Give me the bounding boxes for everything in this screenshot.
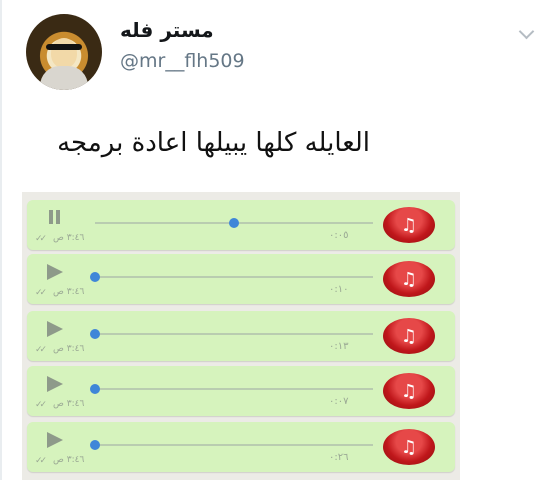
playback-knob[interactable] — [90, 329, 100, 339]
voice-duration: ٠:١٣ — [329, 341, 349, 352]
read-receipt-icon: ✓✓ — [35, 400, 47, 410]
avatar-body — [40, 66, 88, 90]
playback-track[interactable] — [95, 444, 373, 446]
pause-icon[interactable] — [47, 210, 61, 224]
display-name[interactable]: مستر فله — [120, 18, 214, 42]
avatar[interactable] — [26, 14, 102, 90]
playback-knob[interactable] — [90, 272, 100, 282]
playback-knob[interactable] — [90, 384, 100, 394]
playback-track[interactable] — [95, 388, 373, 390]
voice-note-bubble[interactable]: ✓✓ ٣:٤٦ ص ٠:٢٦ ♫ — [27, 422, 455, 472]
avatar-headband — [46, 44, 82, 50]
playback-knob[interactable] — [229, 218, 239, 228]
voice-duration: ٠:٠٧ — [329, 396, 349, 407]
play-icon[interactable] — [47, 321, 63, 337]
voice-duration: ٠:١٠ — [329, 284, 349, 295]
sent-time: ٣:٤٦ ص — [53, 344, 85, 354]
voice-note-bubble[interactable]: ✓✓ ٣:٤٦ ص ٠:١٠ ♫ — [27, 254, 455, 304]
user-handle[interactable]: @mr__flh509 — [120, 50, 245, 72]
playback-knob[interactable] — [90, 440, 100, 450]
music-note-icon[interactable]: ♫ — [383, 373, 435, 409]
avatar-face — [51, 38, 77, 68]
play-icon[interactable] — [47, 376, 63, 392]
tweet-text: العايله كلها يبيلها اعادة برمجه — [57, 128, 370, 158]
voice-duration: ٠:٢٦ — [329, 452, 349, 463]
sent-time: ٣:٤٦ ص — [53, 399, 85, 409]
music-note-icon[interactable]: ♫ — [383, 261, 435, 297]
play-icon[interactable] — [47, 432, 63, 448]
sent-time: ٣:٤٦ ص — [53, 287, 85, 297]
sent-time: ٣:٤٦ ص — [53, 233, 85, 243]
voice-note-bubble[interactable]: ✓✓ ٣:٤٦ ص ٠:٠٧ ♫ — [27, 366, 455, 416]
voice-note-bubble[interactable]: ✓✓ ٣:٤٦ ص ٠:١٣ ♫ — [27, 311, 455, 361]
music-note-icon[interactable]: ♫ — [383, 318, 435, 354]
sent-time: ٣:٤٦ ص — [53, 455, 85, 465]
music-note-icon[interactable]: ♫ — [383, 207, 435, 243]
chevron-down-icon[interactable] — [518, 23, 535, 40]
voice-duration: ٠:٠٥ — [329, 230, 349, 241]
read-receipt-icon: ✓✓ — [35, 456, 47, 466]
timeline-divider — [0, 0, 2, 480]
play-icon[interactable] — [47, 264, 63, 280]
playback-track[interactable] — [95, 333, 373, 335]
read-receipt-icon: ✓✓ — [35, 234, 47, 244]
read-receipt-icon: ✓✓ — [35, 288, 47, 298]
music-note-icon[interactable]: ♫ — [383, 429, 435, 465]
playback-track[interactable] — [95, 276, 373, 278]
read-receipt-icon: ✓✓ — [35, 345, 47, 355]
voice-note-bubble[interactable]: ✓✓ ٣:٤٦ ص ٠:٠٥ ♫ — [27, 200, 455, 250]
